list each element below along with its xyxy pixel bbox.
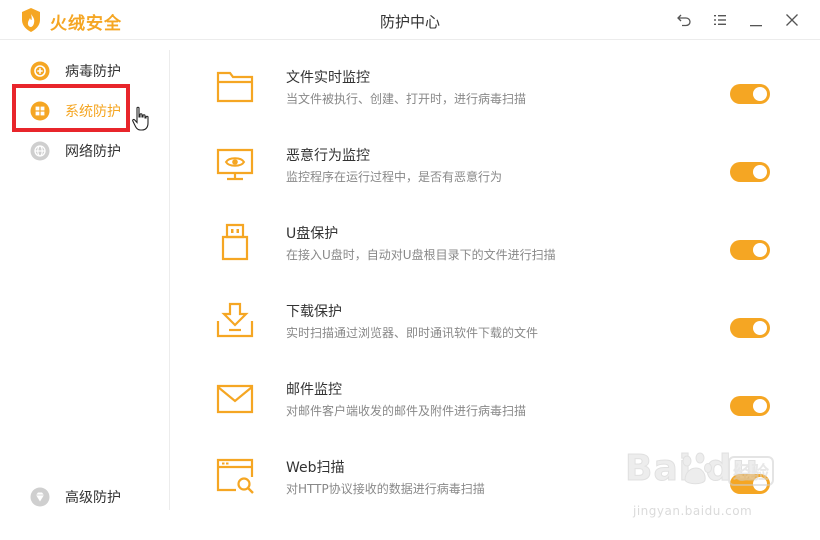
menu-button[interactable]	[710, 10, 730, 30]
feature-description: 当文件被执行、创建、打开时，进行病毒扫描	[286, 92, 527, 106]
menu-icon	[714, 15, 726, 25]
feature-web-scan: Web扫描 对HTTP协议接收的数据进行病毒扫描	[215, 457, 785, 513]
feature-title: 文件实时监控	[286, 70, 370, 86]
app-name: 火绒安全	[50, 14, 122, 34]
folder-icon	[216, 71, 254, 103]
feature-description: 实时扫描通过浏览器、即时通讯软件下载的文件	[286, 326, 539, 340]
sidebar-item-advanced-protection[interactable]: 高级防护	[30, 485, 121, 509]
flame-logo-icon	[22, 8, 40, 32]
sidebar-divider	[169, 50, 170, 510]
sidebar-item-label: 网络防护	[65, 144, 121, 160]
toggle-knob	[753, 399, 767, 413]
feature-file-realtime: 文件实时监控 当文件被执行、创建、打开时，进行病毒扫描	[215, 67, 785, 123]
feature-description: 对HTTP协议接收的数据进行病毒扫描	[286, 482, 485, 496]
download-icon	[216, 302, 254, 338]
feature-description: 在接入U盘时，自动对U盘根目录下的文件进行扫描	[286, 248, 556, 262]
feature-title: U盘保护	[286, 226, 339, 242]
feature-toggle[interactable]	[730, 84, 770, 104]
toggle-knob	[753, 321, 767, 335]
feature-title: 恶意行为监控	[286, 148, 370, 164]
feature-title: Web扫描	[286, 460, 345, 476]
feature-toggle[interactable]	[730, 162, 770, 182]
feature-usb-protection: U盘保护 在接入U盘时，自动对U盘根目录下的文件进行扫描	[215, 223, 785, 279]
monitor-eye-icon	[216, 148, 254, 181]
toggle-knob	[753, 165, 767, 179]
feature-description: 对邮件客户端收发的邮件及附件进行病毒扫描	[286, 404, 527, 418]
feature-description: 监控程序在运行过程中，是否有恶意行为	[286, 170, 503, 184]
web-scan-icon	[216, 458, 254, 494]
sidebar-item-label: 病毒防护	[65, 64, 121, 80]
sidebar-item-label: 高级防护	[65, 490, 121, 506]
feature-toggle[interactable]	[730, 474, 770, 494]
window-title: 防护中心	[379, 13, 440, 31]
minimize-icon	[750, 25, 762, 27]
sidebar-item-network-protection[interactable]: 网络防护	[30, 139, 121, 163]
usb-drive-icon	[221, 223, 249, 261]
feature-malicious-behavior: 恶意行为监控 监控程序在运行过程中，是否有恶意行为	[215, 145, 785, 201]
advanced-protection-icon	[30, 487, 50, 507]
toggle-knob	[753, 87, 767, 101]
feature-mail-monitor: 邮件监控 对邮件客户端收发的邮件及附件进行病毒扫描	[215, 379, 785, 435]
feature-toggle[interactable]	[730, 396, 770, 416]
sidebar-item-virus-protection[interactable]: 病毒防护	[30, 59, 121, 83]
feature-title: 邮件监控	[286, 382, 342, 398]
back-button[interactable]	[674, 10, 694, 30]
title-bar: 火绒安全 防护中心	[0, 0, 820, 40]
feature-toggle[interactable]	[730, 240, 770, 260]
feature-download-protection: 下载保护 实时扫描通过浏览器、即时通讯软件下载的文件	[215, 301, 785, 357]
highlight-box	[12, 84, 130, 132]
hand-cursor-icon	[132, 106, 149, 131]
back-icon	[677, 14, 691, 27]
mail-icon	[216, 384, 254, 414]
close-icon	[786, 14, 798, 26]
network-protection-icon	[30, 141, 50, 161]
feature-toggle[interactable]	[730, 318, 770, 338]
toggle-knob	[753, 243, 767, 257]
close-button[interactable]	[782, 10, 802, 30]
minimize-button[interactable]	[746, 10, 766, 30]
feature-title: 下载保护	[286, 304, 342, 320]
virus-protection-icon	[30, 61, 50, 81]
toggle-knob	[753, 477, 767, 491]
